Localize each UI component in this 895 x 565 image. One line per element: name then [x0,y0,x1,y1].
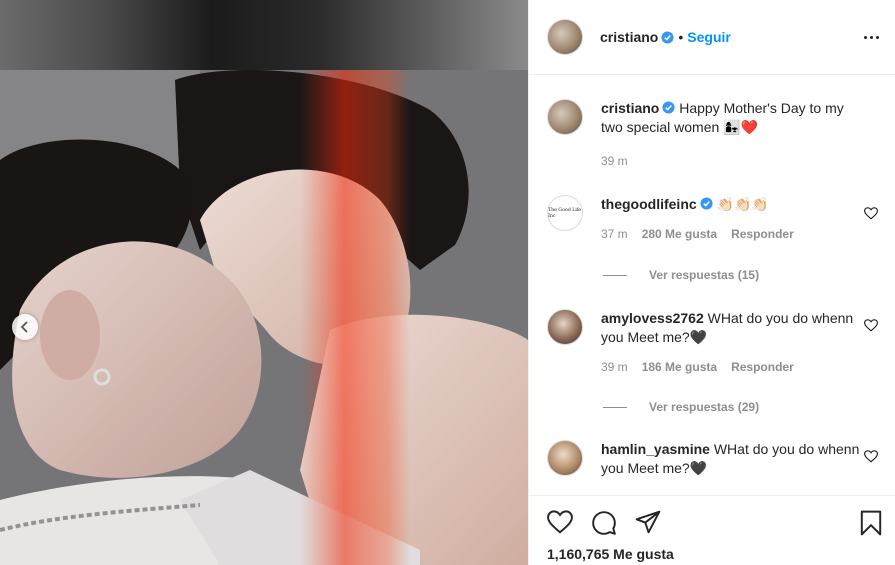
post-actions: 1,160,765 Me gusta [529,495,895,565]
comment-likes[interactable]: 280 Me gusta [642,227,717,241]
comment-username[interactable]: amylovess2762 [601,310,704,326]
comment-avatar[interactable]: The Good Life Inc [547,195,583,231]
post-image[interactable] [0,70,528,565]
verified-badge-icon [700,197,713,210]
comment-item: The Good Life Inc thegoodlifeinc 👏🏻👏🏻👏🏻 … [547,195,887,241]
chevron-left-icon [20,321,28,333]
comment-username[interactable]: hamlin_yasmine [601,441,710,457]
caption-username[interactable]: cristiano [601,100,659,116]
comment-likes[interactable]: 186 Me gusta [642,360,717,374]
caption-time[interactable]: 39 m [601,154,628,168]
caption-avatar[interactable] [547,99,583,135]
replies-line [603,406,627,408]
comment-time[interactable]: 39 m [601,360,628,374]
caption: cristiano Happy Mother's Day to my two s… [547,99,887,168]
reply-button[interactable]: Responder [731,360,794,374]
comments-list[interactable]: cristiano Happy Mother's Day to my two s… [529,75,895,495]
more-options-icon[interactable] [864,35,879,39]
comment-item: amylovess2762 WHat do you do whenn you M… [547,309,887,374]
comment-item: hamlin_yasmine WHat do you do whenn you … [547,440,887,478]
comment-avatar[interactable] [547,309,583,345]
comment-time[interactable]: 37 m [601,227,628,241]
carousel-previous-button[interactable] [12,314,38,340]
replies-line [603,274,627,276]
avatar-logo-text: The Good Life Inc [548,207,582,219]
heart-icon[interactable] [547,510,573,534]
comment-heart-icon[interactable] [864,319,878,332]
paper-plane-icon[interactable] [635,510,661,534]
author-username[interactable]: cristiano [600,29,658,45]
separator-dot: • [678,29,684,45]
comment-avatar[interactable] [547,440,583,476]
view-replies-label: Ver respuestas (15) [649,268,760,282]
verified-badge-icon [661,30,674,44]
instagram-post: cristiano • Seguir cristiano Happy Mothe… [0,0,895,565]
author-avatar[interactable] [547,19,583,55]
comment-heart-icon[interactable] [864,207,878,220]
caption-text-block: cristiano Happy Mother's Day to my two s… [601,99,863,137]
post-header: cristiano • Seguir [529,0,895,75]
reply-button[interactable]: Responder [731,227,794,241]
previous-photo-strip [0,0,528,70]
comment-bubble-icon[interactable] [591,510,617,536]
post-photo[interactable] [0,0,528,565]
view-replies-button[interactable]: Ver respuestas (29) [603,400,759,414]
comment-heart-icon[interactable] [864,450,878,463]
post-likes-count[interactable]: 1,160,765 Me gusta [547,546,674,562]
comment-text: 👏🏻👏🏻👏🏻 [716,196,769,212]
photo-illustration [0,70,528,565]
view-replies-label: Ver respuestas (29) [649,400,760,414]
comment-username[interactable]: thegoodlifeinc [601,196,697,212]
post-side-panel: cristiano • Seguir cristiano Happy Mothe… [528,0,895,565]
verified-badge-icon [662,101,675,114]
bookmark-icon[interactable] [860,510,882,536]
follow-button[interactable]: Seguir [687,29,731,45]
view-replies-button[interactable]: Ver respuestas (15) [603,268,759,282]
